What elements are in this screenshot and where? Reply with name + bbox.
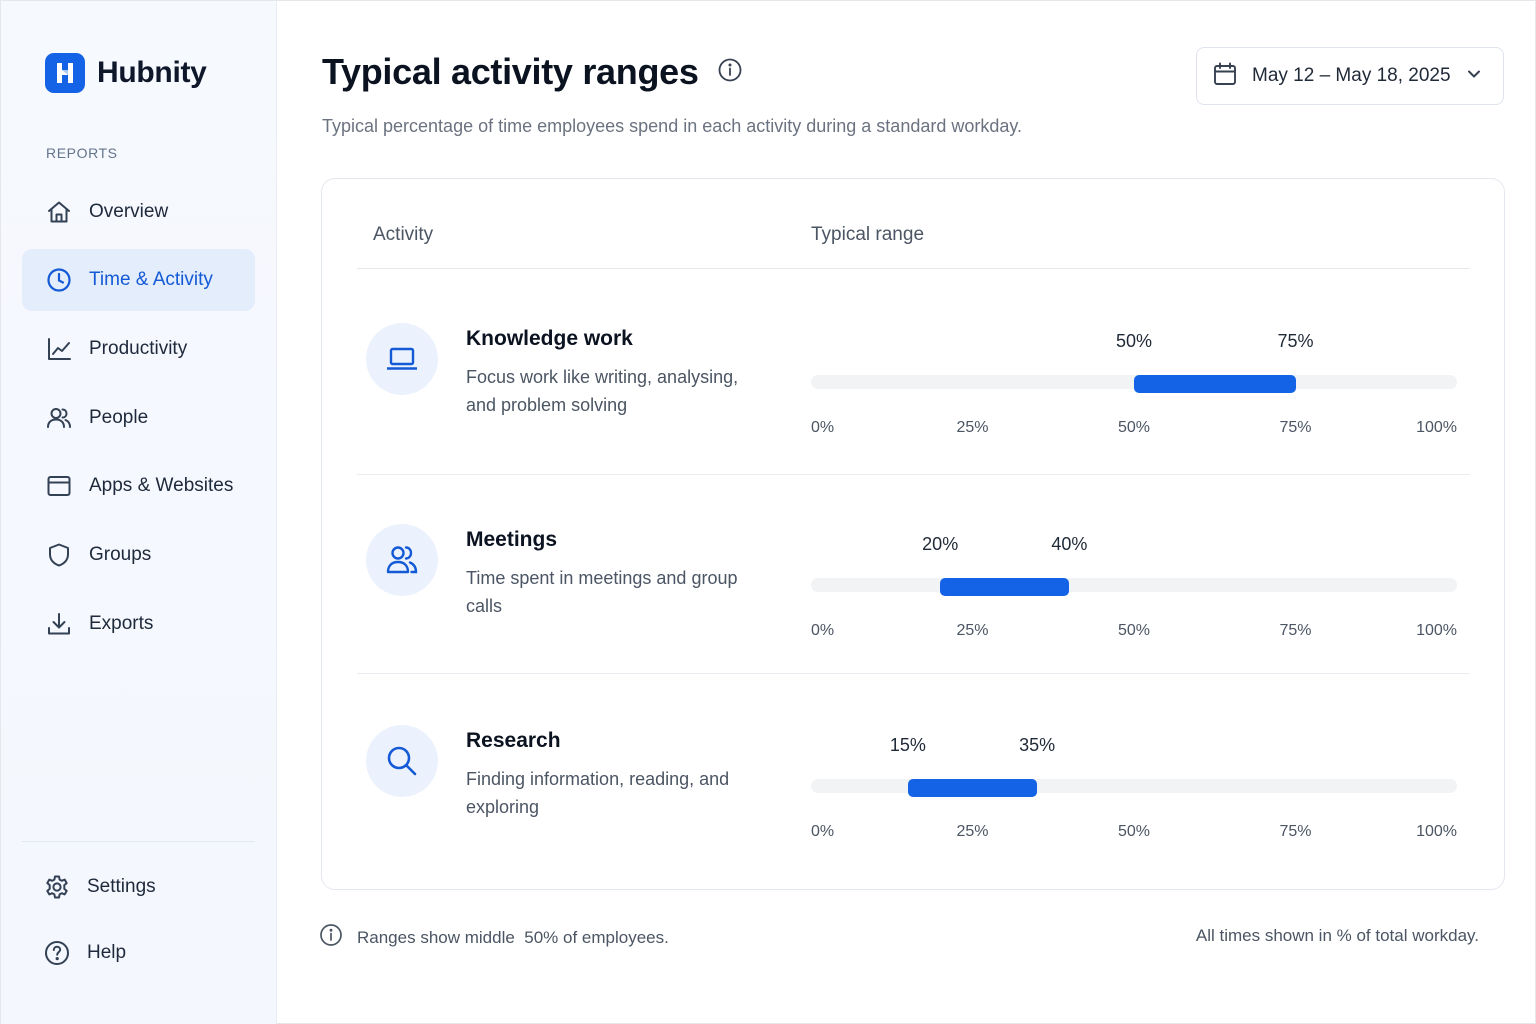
sidebar-item-label: Exports [89,613,154,634]
axis-tick-label: 0% [811,622,835,639]
date-range-value: May 12 – May 18, 2025 [1252,65,1451,86]
axis-tick-label: 75% [1279,823,1312,840]
axis-tick-label: 25% [956,419,989,436]
page-title-row: Typical activity ranges [322,51,743,93]
calendar-icon [1212,61,1238,92]
chevron-down-icon [1465,65,1483,88]
range-high-label: 35% [1019,735,1056,755]
axis-tick-label: 50% [1117,823,1151,840]
activity-ranges-card: Activity Typical range Knowledge work Fo… [321,178,1505,890]
axis-tick-label: 0% [811,419,835,436]
column-header-activity: Activity [373,224,434,245]
hubnity-logo-icon [45,53,85,93]
column-header-typical-range: Typical range [811,224,925,245]
sidebar-item-label: Overview [89,201,169,222]
brand[interactable]: Hubnity [45,53,207,93]
axis-tick-label: 50% [1117,419,1151,436]
sidebar-item-exports[interactable]: Exports [22,593,255,655]
range-chart: 50% 75% 0% 25% 50% 75% 100% [811,331,1457,436]
users-icon [366,524,438,596]
range-chart: 15% 35% 0% 25% 50% 75% 100% [811,735,1457,840]
users-icon [45,404,73,432]
page-title: Typical activity ranges [322,51,699,92]
axis-tick-label: 25% [956,622,989,639]
axis-tick-label: 25% [956,823,989,840]
activity-description: Finding information, reading, and explor… [466,769,730,817]
range-track [811,578,1457,592]
gear-icon [43,873,71,901]
page-subtitle: Typical percentage of time employees spe… [322,116,1023,136]
clock-icon [45,266,73,294]
activity-name: Research [466,729,561,752]
axis-tick-label: 50% [1117,622,1151,639]
app-window: Hubnity REPORTS Overview Time & Activity [0,0,1536,1024]
sidebar-item-help[interactable]: Help [22,922,255,984]
axis-tick-label: 75% [1279,419,1312,436]
range-high-label: 40% [1051,534,1088,554]
brand-name: Hubnity [97,56,207,89]
sidebar-item-time-activity[interactable]: Time & Activity [22,249,255,311]
sidebar-item-settings[interactable]: Settings [22,856,255,918]
sidebar-item-productivity[interactable]: Productivity [22,318,255,380]
activity-name: Meetings [466,528,558,551]
activity-name: Knowledge work [466,327,633,350]
header-divider [357,268,1470,269]
sidebar-item-label: Apps & Websites [89,475,234,496]
browser-window-icon [45,472,73,500]
main-content: Typical activity ranges Typical percenta… [278,1,1536,1024]
range-chart: 20% 40% 0% 25% 50% 75% 100% [811,534,1457,639]
footer-note: Ranges show middle 50% of employees. [319,923,669,952]
range-low-label: 20% [922,534,959,554]
row-divider [357,474,1470,475]
section-label-reports: REPORTS [46,145,118,161]
laptop-icon [366,323,438,395]
sidebar-item-label: Settings [87,876,156,897]
sidebar-item-label: Productivity [89,338,188,359]
activity-description: Focus work like writing, analysing, and … [466,367,739,415]
footer-units-note: All times shown in % of total workday. [1195,926,1479,945]
line-chart-icon [45,335,73,363]
range-bar [1134,375,1296,393]
sidebar-item-overview[interactable]: Overview [22,181,255,243]
range-bar [940,578,1070,596]
date-range-picker[interactable]: May 12 – May 18, 2025 [1196,47,1504,105]
sidebar-item-people[interactable]: People [22,387,255,449]
axis-tick-label: 100% [1416,823,1457,840]
sidebar-item-apps-websites[interactable]: Apps & Websites [22,455,255,517]
range-low-label: 15% [889,735,926,755]
download-icon [45,610,73,638]
range-bar [907,779,1038,797]
help-circle-icon [43,939,71,967]
shield-icon [45,541,73,569]
sidebar-item-label: Groups [89,544,152,565]
axis-tick-label: 0% [811,823,835,840]
home-icon [45,198,73,226]
activity-description: Time spent in meetings and group calls [466,568,738,616]
axis-tick-label: 100% [1416,419,1457,436]
range-high-label: 75% [1277,331,1314,351]
search-icon [366,725,438,797]
range-low-label: 50% [1115,331,1153,351]
info-icon [319,923,343,952]
sidebar-item-groups[interactable]: Groups [22,524,255,586]
sidebar-item-label: People [89,407,149,428]
row-divider [357,673,1470,674]
sidebar-item-label: Help [87,942,127,963]
sidebar-item-label: Time & Activity [89,269,213,290]
sidebar-divider [22,841,255,842]
footer-note-text: Ranges show middle 50% of employees. [357,927,669,947]
axis-tick-label: 100% [1416,622,1457,639]
axis-tick-label: 75% [1279,622,1312,639]
sidebar: Hubnity REPORTS Overview Time & Activity [1,1,277,1024]
info-icon[interactable] [717,57,743,88]
